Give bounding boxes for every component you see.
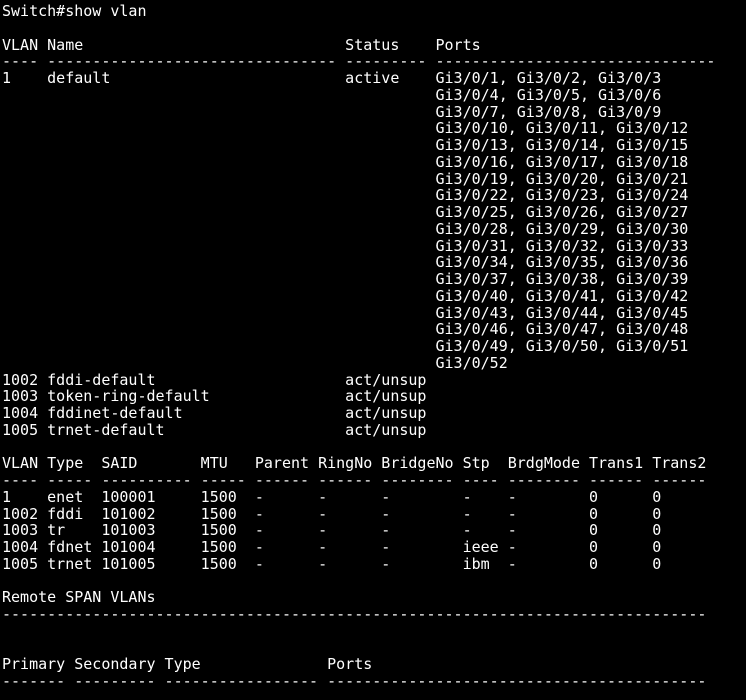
terminal-line: Primary Secondary Type Ports	[2, 655, 373, 674]
terminal-line: Gi3/0/52	[2, 353, 508, 372]
terminal-line: 1 enet 100001 1500 - - - - - 0 0	[2, 487, 662, 506]
terminal-line: ---- -------------------------------- --…	[2, 52, 716, 71]
terminal-line: Gi3/0/34, Gi3/0/35, Gi3/0/36	[2, 253, 689, 272]
terminal-line: Gi3/0/40, Gi3/0/41, Gi3/0/42	[2, 286, 689, 305]
terminal-line: 1003 tr 101003 1500 - - - - - 0 0	[2, 521, 662, 540]
terminal-line: Gi3/0/37, Gi3/0/38, Gi3/0/39	[2, 270, 689, 288]
terminal-line: Gi3/0/10, Gi3/0/11, Gi3/0/12	[2, 119, 689, 138]
terminal-line: Gi3/0/22, Gi3/0/23, Gi3/0/24	[2, 186, 689, 205]
terminal-line: Gi3/0/31, Gi3/0/32, Gi3/0/33	[2, 236, 689, 255]
terminal-line: Gi3/0/19, Gi3/0/20, Gi3/0/21	[2, 169, 689, 188]
terminal-line: ------- --------- ----------------- ----…	[2, 672, 707, 690]
terminal-line: 1005 trnet-default act/unsup	[2, 420, 427, 439]
terminal-line: 1002 fddi-default act/unsup	[2, 370, 427, 389]
terminal-line: 1004 fddinet-default act/unsup	[2, 404, 427, 422]
terminal-line: Gi3/0/46, Gi3/0/47, Gi3/0/48	[2, 320, 689, 339]
terminal-line: 1005 trnet 101005 1500 - - - ibm - 0 0	[2, 554, 662, 573]
terminal-line: Gi3/0/43, Gi3/0/44, Gi3/0/45	[2, 303, 689, 322]
terminal-line: 1004 fdnet 101004 1500 - - - ieee - 0 0	[2, 538, 662, 556]
terminal-line: ----------------------------------------…	[2, 605, 707, 623]
terminal-line: VLAN Name Status Ports	[2, 35, 481, 54]
terminal-line: 1003 token-ring-default act/unsup	[2, 387, 427, 406]
terminal-line: Gi3/0/49, Gi3/0/50, Gi3/0/51	[2, 337, 689, 355]
terminal-line: Switch#show vlan	[2, 2, 147, 20]
terminal-line: Gi3/0/13, Gi3/0/14, Gi3/0/15	[2, 136, 689, 154]
terminal-window[interactable]: Switch#show vlan VLAN Name Status Ports --…	[0, 0, 746, 700]
terminal-line: 1002 fddi 101002 1500 - - - - - 0 0	[2, 504, 662, 523]
terminal-line: Gi3/0/25, Gi3/0/26, Gi3/0/27	[2, 203, 689, 221]
terminal-line: 1 default active Gi3/0/1, Gi3/0/2, Gi3/0…	[2, 69, 662, 87]
terminal-line: Gi3/0/7, Gi3/0/8, Gi3/0/9	[2, 102, 662, 121]
terminal-line: Gi3/0/16, Gi3/0/17, Gi3/0/18	[2, 152, 689, 171]
terminal-line: Gi3/0/4, Gi3/0/5, Gi3/0/6	[2, 85, 662, 104]
terminal-line: Remote SPAN VLANs	[2, 588, 156, 607]
terminal-line: VLAN Type SAID MTU Parent RingNo BridgeN…	[2, 454, 707, 473]
terminal-line: ---- ----- ---------- ----- ------ -----…	[2, 471, 707, 489]
terminal-line: Gi3/0/28, Gi3/0/29, Gi3/0/30	[2, 219, 689, 238]
